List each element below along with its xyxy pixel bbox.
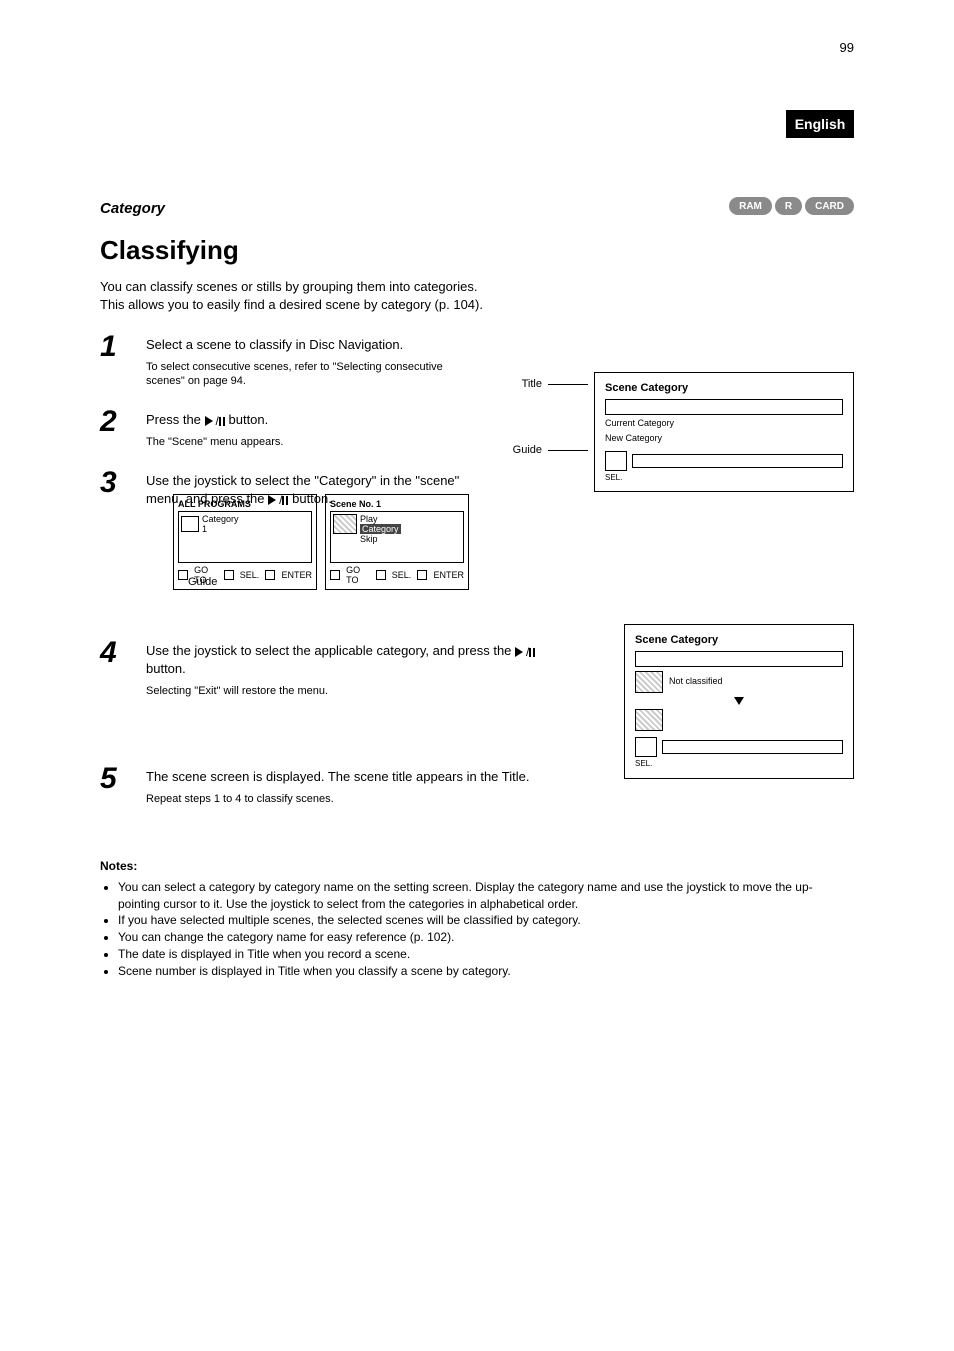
step-2: 2 Press the / button. The "Scene" menu a… bbox=[100, 407, 484, 450]
figure-mid-right: Scene Category Not classified SEL. bbox=[624, 624, 854, 779]
mini-right-header: Scene No. 1 bbox=[330, 499, 464, 509]
intro-text: You can classify scenes or stills by gro… bbox=[100, 278, 484, 313]
step-number: 1 bbox=[100, 332, 146, 389]
page-title: Classifying bbox=[100, 235, 239, 266]
step-2-text: Press the / button. bbox=[146, 411, 484, 429]
stop-icon bbox=[265, 570, 275, 580]
figure-callouts: Title Guide bbox=[513, 378, 588, 456]
page-number: 99 bbox=[840, 40, 854, 55]
note-item: If you have selected multiple scenes, th… bbox=[118, 912, 854, 929]
media-badges: RAM R CARD bbox=[729, 197, 854, 215]
play-pause-icon: / bbox=[205, 413, 225, 429]
step-4-hint: Selecting "Exit" will restore the menu. bbox=[146, 684, 574, 699]
mini-left-line2: 1 bbox=[202, 524, 239, 534]
step-1-text: Select a scene to classify in Disc Navig… bbox=[146, 336, 484, 354]
figure-line-a: Current Category bbox=[605, 418, 843, 430]
figure-mid-upper: Not classified bbox=[669, 676, 723, 688]
mini-left-line1: Category bbox=[202, 514, 239, 524]
figure-box-title: Scene Category bbox=[605, 381, 843, 395]
badge-ram: RAM bbox=[729, 197, 772, 215]
step-1-hint: To select consecutive scenes, refer to "… bbox=[146, 360, 484, 390]
step-number: 5 bbox=[100, 764, 146, 806]
figure-foot: SEL. bbox=[605, 473, 843, 483]
notes-heading: Notes: bbox=[100, 858, 854, 875]
category-label: Category bbox=[100, 200, 165, 217]
step-4: 4 Use the joystick to select the applica… bbox=[100, 632, 574, 717]
step-4-text: Use the joystick to select the applicabl… bbox=[146, 642, 574, 678]
step-5: 5 The scene screen is displayed. The sce… bbox=[100, 758, 854, 824]
mini-screens: ALL PROGRAMS Category 1 GO TO SEL. ENTER… bbox=[173, 494, 469, 590]
circle-icon bbox=[224, 570, 234, 580]
step-number: 2 bbox=[100, 407, 146, 450]
circle-icon bbox=[376, 570, 386, 580]
mini-right-line3: Skip bbox=[360, 534, 461, 544]
play-pause-icon: / bbox=[515, 644, 535, 660]
note-item: You can change the category name for eas… bbox=[118, 929, 854, 946]
figure-line-b: New Category bbox=[605, 433, 843, 445]
mini-left-enter: ENTER bbox=[281, 570, 312, 580]
circle-icon bbox=[178, 570, 188, 580]
mini-right-goto: GO TO bbox=[346, 565, 369, 585]
step-5-text: The scene screen is displayed. The scene… bbox=[146, 768, 854, 786]
section-tab: English bbox=[786, 110, 854, 138]
note-item: Scene number is displayed in Title when … bbox=[118, 963, 854, 980]
mini-left-sel: SEL. bbox=[240, 570, 260, 580]
thumbnail-icon bbox=[635, 709, 663, 731]
figure-mid-title: Scene Category bbox=[635, 633, 843, 647]
step-number: 4 bbox=[100, 638, 146, 699]
step-2-hint: The "Scene" menu appears. bbox=[146, 435, 484, 450]
cursor-down-icon bbox=[734, 697, 744, 705]
stop-icon bbox=[605, 451, 627, 471]
step-5-hint: Repeat steps 1 to 4 to classify scenes. bbox=[146, 792, 854, 807]
mini-guide-label: Guide bbox=[188, 576, 217, 588]
step-1: 1 Select a scene to classify in Disc Nav… bbox=[100, 332, 484, 389]
notes-block: Notes: You can select a category by cate… bbox=[100, 858, 854, 980]
mini-left-header: ALL PROGRAMS bbox=[178, 499, 312, 509]
thumbnail-icon bbox=[333, 514, 357, 534]
mini-right-line2: Category bbox=[360, 524, 401, 534]
stop-icon bbox=[635, 737, 657, 757]
mini-right-sel: SEL. bbox=[392, 570, 412, 580]
circle-icon bbox=[330, 570, 340, 580]
mini-right-enter: ENTER bbox=[433, 570, 464, 580]
badge-r: R bbox=[775, 197, 802, 215]
thumbnail-icon bbox=[635, 671, 663, 693]
mini-right-line1: Play bbox=[360, 514, 461, 524]
note-item: You can select a category by category na… bbox=[118, 879, 854, 913]
step-number: 3 bbox=[100, 468, 146, 508]
badge-card: CARD bbox=[805, 197, 854, 215]
mini-screen-right: Scene No. 1 Play Category Skip GO TO SEL… bbox=[325, 494, 469, 590]
figure-top-right: Scene Category Current Category New Cate… bbox=[594, 372, 854, 492]
stop-icon bbox=[417, 570, 427, 580]
note-item: The date is displayed in Title when you … bbox=[118, 946, 854, 963]
